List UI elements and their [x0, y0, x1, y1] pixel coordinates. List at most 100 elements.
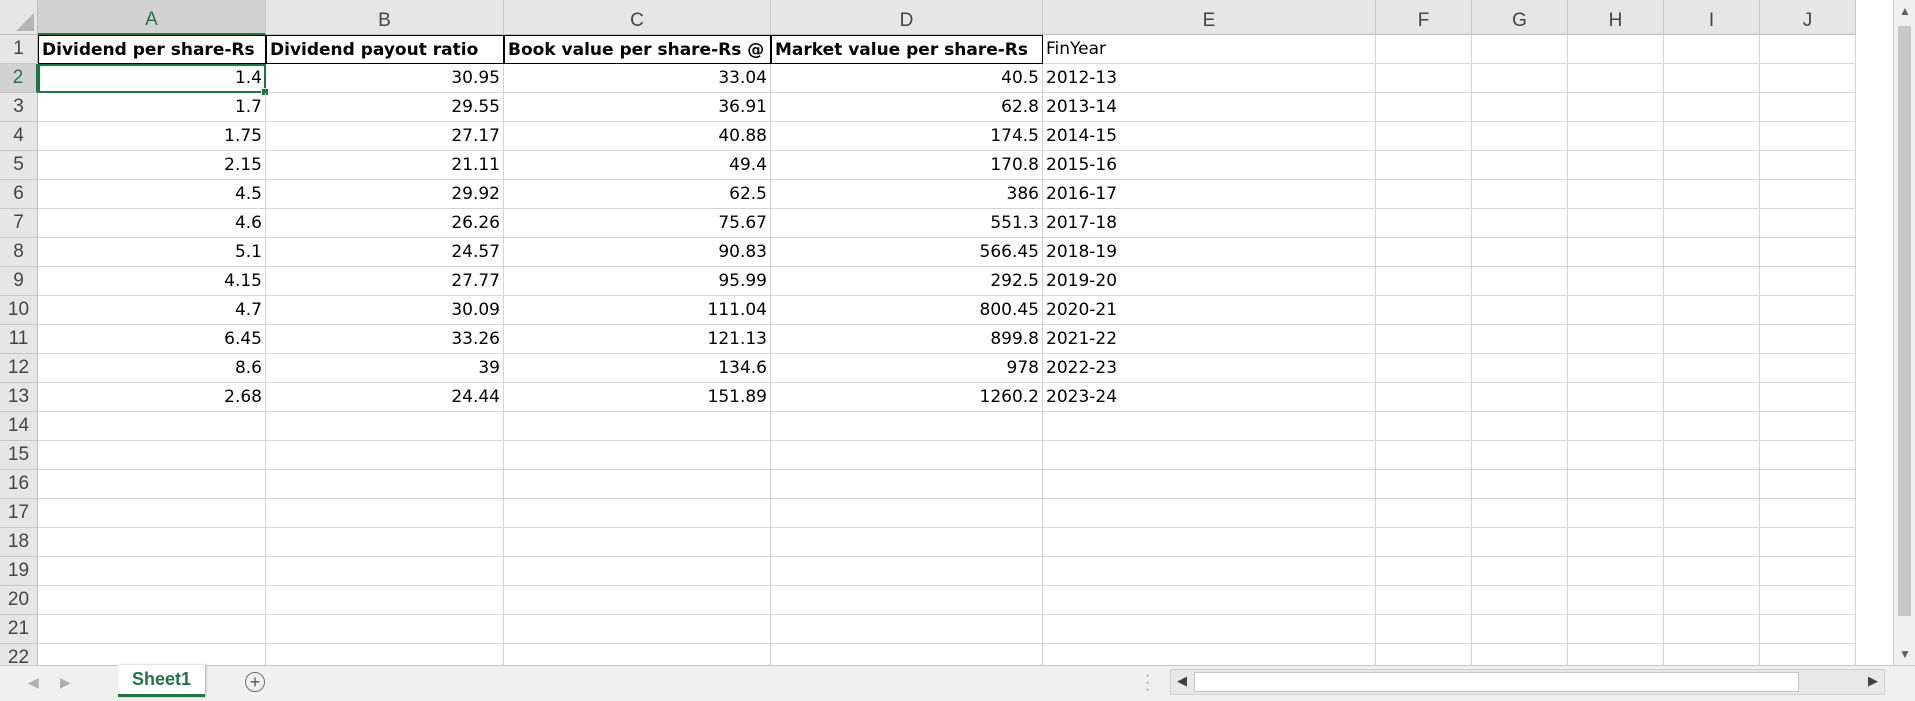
cell-h19[interactable] — [1568, 557, 1664, 586]
cell-d10[interactable]: 800.45 — [771, 296, 1043, 325]
cell-h13[interactable] — [1568, 383, 1664, 412]
cell-j8[interactable] — [1760, 238, 1856, 267]
cell-a12[interactable]: 8.6 — [38, 354, 266, 383]
column-header-c[interactable]: C — [504, 0, 771, 35]
cell-i17[interactable] — [1664, 499, 1760, 528]
column-header-j[interactable]: J — [1760, 0, 1856, 35]
column-header-f[interactable]: F — [1376, 0, 1472, 35]
cell-i6[interactable] — [1664, 180, 1760, 209]
cell-d17[interactable] — [771, 499, 1043, 528]
row-header[interactable]: 4 — [0, 122, 38, 151]
row-header[interactable]: 12 — [0, 354, 38, 383]
cell-e7[interactable]: 2017-18 — [1043, 209, 1376, 238]
cell-h22[interactable] — [1568, 644, 1664, 665]
cell-d19[interactable] — [771, 557, 1043, 586]
cell-i7[interactable] — [1664, 209, 1760, 238]
cell-a20[interactable] — [38, 586, 266, 615]
cell-j14[interactable] — [1760, 412, 1856, 441]
tab-splitter-icon[interactable]: · · · — [1145, 668, 1150, 698]
cell-a15[interactable] — [38, 441, 266, 470]
select-all-button[interactable] — [0, 0, 38, 35]
cell-f6[interactable] — [1376, 180, 1472, 209]
cell-a3[interactable]: 1.7 — [38, 93, 266, 122]
row-header[interactable]: 22 — [0, 644, 38, 665]
spreadsheet-grid[interactable]: ABCDEFGHIJ 1 Dividend per share-Rs Dividen… — [0, 0, 1893, 665]
cell-e16[interactable] — [1043, 470, 1376, 499]
scroll-up-icon[interactable]: ▲ — [1894, 0, 1915, 22]
cell-b1[interactable]: Dividend payout ratio — [266, 35, 504, 64]
row-header[interactable]: 20 — [0, 586, 38, 615]
cell-i11[interactable] — [1664, 325, 1760, 354]
row-header[interactable]: 8 — [0, 238, 38, 267]
horizontal-scroll-thumb[interactable] — [1194, 672, 1799, 692]
cell-e21[interactable] — [1043, 615, 1376, 644]
cell-f4[interactable] — [1376, 122, 1472, 151]
cell-h4[interactable] — [1568, 122, 1664, 151]
cell-f2[interactable] — [1376, 64, 1472, 93]
row-header[interactable]: 16 — [0, 470, 38, 499]
cell-a21[interactable] — [38, 615, 266, 644]
cell-h18[interactable] — [1568, 528, 1664, 557]
cell-j16[interactable] — [1760, 470, 1856, 499]
cell-h1[interactable] — [1568, 35, 1664, 64]
cell-h5[interactable] — [1568, 151, 1664, 180]
cell-j15[interactable] — [1760, 441, 1856, 470]
cell-j20[interactable] — [1760, 586, 1856, 615]
cell-e4[interactable]: 2014-15 — [1043, 122, 1376, 151]
row-header[interactable]: 11 — [0, 325, 38, 354]
cell-d15[interactable] — [771, 441, 1043, 470]
row-header[interactable]: 9 — [0, 267, 38, 296]
cell-a19[interactable] — [38, 557, 266, 586]
cell-j6[interactable] — [1760, 180, 1856, 209]
cell-a2[interactable]: 1.4 — [38, 64, 269, 96]
plus-circle-icon[interactable]: + — [245, 672, 265, 692]
cell-j18[interactable] — [1760, 528, 1856, 557]
cell-g9[interactable] — [1472, 267, 1568, 296]
cell-i2[interactable] — [1664, 64, 1760, 93]
row-header[interactable]: 3 — [0, 93, 38, 122]
cell-f15[interactable] — [1376, 441, 1472, 470]
cell-j5[interactable] — [1760, 151, 1856, 180]
cell-c2[interactable]: 33.04 — [504, 64, 771, 93]
cell-b3[interactable]: 29.55 — [266, 93, 504, 122]
cell-c4[interactable]: 40.88 — [504, 122, 771, 151]
cell-f9[interactable] — [1376, 267, 1472, 296]
row-header[interactable]: 1 — [0, 35, 38, 64]
row-header[interactable]: 10 — [0, 296, 38, 325]
cell-e11[interactable]: 2021-22 — [1043, 325, 1376, 354]
cell-i22[interactable] — [1664, 644, 1760, 665]
cell-a1[interactable]: Dividend per share-Rs — [38, 35, 266, 64]
cell-h14[interactable] — [1568, 412, 1664, 441]
cell-c15[interactable] — [504, 441, 771, 470]
cell-b4[interactable]: 27.17 — [266, 122, 504, 151]
cell-a17[interactable] — [38, 499, 266, 528]
cell-b10[interactable]: 30.09 — [266, 296, 504, 325]
cell-c14[interactable] — [504, 412, 771, 441]
cell-g22[interactable] — [1472, 644, 1568, 665]
cell-i21[interactable] — [1664, 615, 1760, 644]
cell-a22[interactable] — [38, 644, 266, 665]
column-header-a[interactable]: A — [38, 0, 266, 35]
cell-h2[interactable] — [1568, 64, 1664, 93]
cell-i12[interactable] — [1664, 354, 1760, 383]
cell-e8[interactable]: 2018-19 — [1043, 238, 1376, 267]
cell-j2[interactable] — [1760, 64, 1856, 93]
cell-g14[interactable] — [1472, 412, 1568, 441]
cell-b6[interactable]: 29.92 — [266, 180, 504, 209]
cell-c6[interactable]: 62.5 — [504, 180, 771, 209]
cell-d2[interactable]: 40.5 — [771, 64, 1043, 93]
cell-c5[interactable]: 49.4 — [504, 151, 771, 180]
cell-g15[interactable] — [1472, 441, 1568, 470]
scroll-right-icon[interactable]: ▶ — [1864, 673, 1882, 689]
cell-a16[interactable] — [38, 470, 266, 499]
cell-d12[interactable]: 978 — [771, 354, 1043, 383]
cell-b14[interactable] — [266, 412, 504, 441]
cell-h21[interactable] — [1568, 615, 1664, 644]
cell-i4[interactable] — [1664, 122, 1760, 151]
cell-h16[interactable] — [1568, 470, 1664, 499]
cell-a13[interactable]: 2.68 — [38, 383, 266, 412]
cell-e12[interactable]: 2022-23 — [1043, 354, 1376, 383]
cell-e18[interactable] — [1043, 528, 1376, 557]
column-header-i[interactable]: I — [1664, 0, 1760, 35]
cell-d16[interactable] — [771, 470, 1043, 499]
